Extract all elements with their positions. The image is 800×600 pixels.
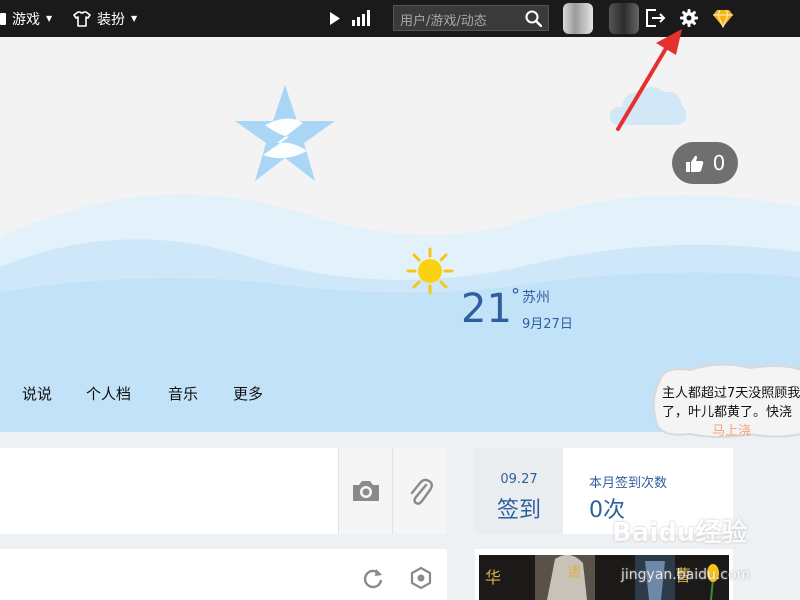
tshirt-icon <box>73 10 91 27</box>
diamond-icon[interactable] <box>712 9 734 28</box>
photo-button[interactable] <box>338 448 393 534</box>
composer-input[interactable] <box>0 448 282 534</box>
filter-settings-icon[interactable] <box>410 567 432 589</box>
tab-music[interactable]: 音乐 <box>168 383 198 404</box>
avatar[interactable] <box>563 3 593 34</box>
weather-temperature: 21 <box>461 286 512 332</box>
bubble-line-1: 主人都超过7天没照顾我 <box>662 386 800 401</box>
attach-button[interactable] <box>392 448 447 534</box>
checkin-label: 签到 <box>496 498 541 523</box>
bubble-line-2: 了，叶儿都黄了。快浇 <box>662 405 793 420</box>
chevron-down-icon: ▼ <box>46 14 53 23</box>
svg-text:华: 华 <box>485 568 501 587</box>
baidu-watermark: Baidu经验 <box>612 512 747 549</box>
status-composer[interactable] <box>0 448 447 534</box>
month-checkin-title: 本月签到次数 <box>589 476 668 491</box>
dress-menu-label: 装扮 <box>97 11 125 28</box>
search-input[interactable]: 用户/游戏/动态 <box>400 10 487 29</box>
games-menu[interactable]: 游戏 ▼ <box>0 0 52 37</box>
games-menu-label: 游戏 <box>12 11 40 28</box>
paperclip-icon <box>410 478 433 505</box>
sun-icon <box>406 247 454 295</box>
checkin-button[interactable]: 09.27 签到 <box>475 448 563 534</box>
tab-more[interactable]: 更多 <box>233 383 263 404</box>
qzone-star-logo <box>235 85 335 181</box>
weather-date: 9月27日 <box>522 317 573 332</box>
watermark-url: jingyan.baidu.com <box>621 567 751 583</box>
watermark-brand: Baidu经验 <box>612 518 748 548</box>
dress-menu[interactable]: 装扮 ▼ <box>73 0 137 37</box>
play-icon[interactable] <box>329 11 341 26</box>
feed-toolbar <box>0 549 447 600</box>
weather-city: 苏州 <box>522 290 550 306</box>
search-box[interactable]: 用户/游戏/动态 <box>393 5 549 31</box>
signal-bars-icon[interactable] <box>352 10 372 26</box>
camera-icon <box>353 481 379 501</box>
search-icon[interactable] <box>525 10 542 27</box>
plant-reminder-bubble[interactable]: 主人都超过7天没照顾我 了，叶儿都黄了。快浇 马上浇 <box>650 360 800 440</box>
checkin-date: 09.27 <box>500 472 538 487</box>
water-now-link[interactable]: 马上浇 <box>712 420 751 439</box>
tab-shuoshuo[interactable]: 说说 <box>22 383 52 404</box>
annotation-arrow <box>616 29 682 131</box>
games-icon <box>0 12 6 25</box>
svg-text:诸: 诸 <box>567 565 581 581</box>
chevron-down-icon: ▼ <box>131 14 138 23</box>
refresh-icon[interactable] <box>362 567 384 589</box>
like-button[interactable]: 0 <box>672 142 738 184</box>
degree-symbol: ° <box>511 285 520 306</box>
thumbs-up-icon <box>685 155 703 172</box>
like-count: 0 <box>712 151 726 175</box>
tab-profile[interactable]: 个人档 <box>86 383 131 404</box>
